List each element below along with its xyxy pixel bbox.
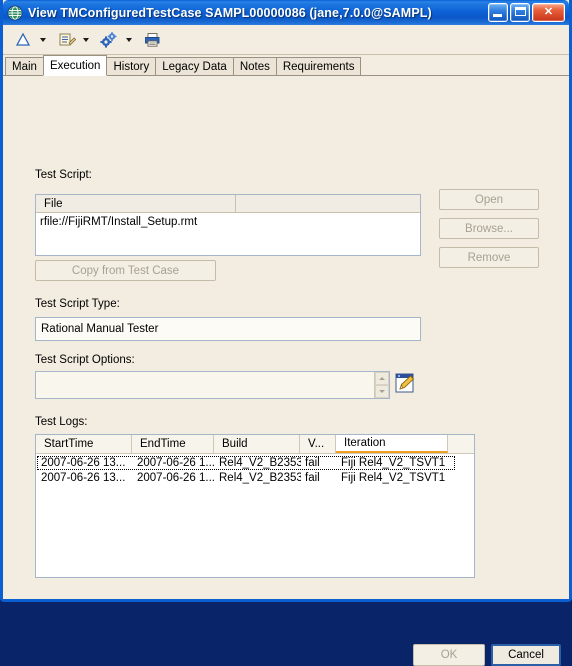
test-script-options-field[interactable]	[35, 371, 390, 399]
column-header-filler	[448, 435, 474, 453]
tab-legacy-data[interactable]: Legacy Data	[155, 57, 234, 76]
gears-dropdown-arrow-icon[interactable]	[123, 30, 134, 50]
cell-iteration: Fiji Rel4_V2_TSVT1	[341, 472, 446, 484]
toolbar-button-delta[interactable]	[11, 28, 35, 52]
table-row[interactable]: 2007-06-26 13... 2007-06-26 1... Rel4_V2…	[37, 456, 455, 470]
tab-label: History	[113, 60, 150, 73]
test-logs-body: 2007-06-26 13... 2007-06-26 1... Rel4_V2…	[36, 454, 474, 485]
edit-document-pencil-icon[interactable]	[393, 371, 417, 395]
column-header-file[interactable]: File	[36, 195, 236, 212]
test-script-type-field[interactable]: Rational Manual Tester	[35, 317, 421, 341]
ok-button-label: OK	[440, 649, 458, 661]
cell-endtime: 2007-06-26 1...	[137, 457, 215, 469]
tab-label: Main	[12, 60, 37, 73]
cancel-button[interactable]: Cancel	[491, 644, 561, 666]
test-script-type-label: Test Script Type:	[35, 298, 120, 310]
column-header-blank[interactable]	[236, 195, 420, 212]
open-button-label: Open	[474, 193, 504, 206]
tab-notes[interactable]: Notes	[232, 57, 277, 76]
globe-icon	[7, 5, 23, 21]
column-header-iteration[interactable]: Iteration	[336, 435, 448, 453]
close-button[interactable]: ✕	[532, 3, 565, 22]
tab-label: Requirements	[282, 60, 355, 73]
cancel-button-label: Cancel	[508, 649, 544, 661]
cell-iteration: Fiji Rel4_V2_TSVT1	[341, 457, 446, 469]
test-logs-header-row: StartTime EndTime Build V... Iteration	[36, 435, 474, 454]
test-script-type-value: Rational Manual Tester	[41, 323, 159, 335]
minimize-button[interactable]	[488, 3, 508, 22]
open-button[interactable]: Open	[439, 189, 539, 210]
test-script-label: Test Script:	[35, 169, 92, 181]
tab-requirements[interactable]: Requirements	[275, 57, 362, 76]
browse-button[interactable]: Browse...	[439, 218, 539, 239]
remove-button[interactable]: Remove	[439, 247, 539, 268]
test-logs-table[interactable]: StartTime EndTime Build V... Iteration 2…	[35, 434, 475, 578]
toolbar-button-script[interactable]	[54, 28, 78, 52]
tab-execution[interactable]: Execution	[42, 55, 108, 76]
table-header-row: File	[36, 195, 420, 213]
browse-button-label: Browse...	[465, 222, 513, 235]
test-logs-label: Test Logs:	[35, 416, 88, 428]
column-header-endtime[interactable]: EndTime	[132, 435, 214, 453]
cell-starttime: 2007-06-26 13...	[41, 472, 126, 484]
execution-tab-panel: Test Script: File rfile://FijiRMT/Instal…	[3, 76, 569, 666]
toolbar-button-print[interactable]	[140, 28, 164, 52]
close-icon: ✕	[543, 6, 554, 18]
application-window: View TMConfiguredTestCase SAMPL00000086 …	[0, 0, 572, 666]
cell-verdict: fail	[305, 457, 320, 469]
tab-label: Execution	[49, 59, 101, 72]
column-header-verdict[interactable]: V...	[300, 435, 336, 453]
delta-dropdown-arrow-icon[interactable]	[37, 30, 48, 50]
window-controls: ✕	[488, 3, 567, 22]
tab-bar: Main Execution History Legacy Data Notes…	[3, 55, 569, 76]
tab-label: Legacy Data	[162, 60, 227, 73]
cell-build: Rel4_V2_B2353	[219, 457, 301, 469]
tab-main[interactable]: Main	[5, 57, 44, 76]
printer-icon	[142, 30, 162, 50]
script-dropdown-arrow-icon[interactable]	[80, 30, 91, 50]
title-bar[interactable]: View TMConfiguredTestCase SAMPL00000086 …	[3, 0, 569, 25]
spinner-up-arrow-icon[interactable]	[375, 372, 389, 385]
cell-verdict: fail	[305, 472, 320, 484]
toolbar	[3, 25, 569, 55]
maximize-icon	[515, 7, 526, 16]
test-script-options-label: Test Script Options:	[35, 354, 135, 366]
table-row[interactable]: rfile://FijiRMT/Install_Setup.rmt	[36, 213, 420, 228]
tab-history[interactable]: History	[106, 57, 157, 76]
script-document-icon	[56, 30, 76, 50]
toolbar-button-gears[interactable]	[97, 28, 121, 52]
copy-from-test-case-button[interactable]: Copy from Test Case	[35, 260, 216, 281]
copy-from-test-case-label: Copy from Test Case	[71, 264, 180, 277]
remove-button-label: Remove	[467, 251, 511, 264]
column-header-starttime[interactable]: StartTime	[36, 435, 132, 453]
cell-build: Rel4_V2_B2353	[219, 472, 301, 484]
window-title: View TMConfiguredTestCase SAMPL00000086 …	[28, 5, 432, 20]
cell-starttime: 2007-06-26 13...	[41, 457, 126, 469]
cell-endtime: 2007-06-26 1...	[137, 472, 215, 484]
ok-button[interactable]: OK	[413, 644, 485, 666]
maximize-button[interactable]	[510, 3, 530, 22]
minimize-icon	[493, 14, 502, 17]
gears-icon	[99, 30, 119, 50]
test-script-file-table[interactable]: File rfile://FijiRMT/Install_Setup.rmt	[35, 194, 421, 256]
test-script-options-spinner[interactable]	[374, 372, 389, 398]
column-header-build[interactable]: Build	[214, 435, 300, 453]
delta-triangle-icon	[13, 30, 33, 50]
tab-label: Notes	[239, 60, 270, 73]
spinner-down-arrow-icon[interactable]	[375, 385, 389, 398]
table-row[interactable]: 2007-06-26 13... 2007-06-26 1... Rel4_V2…	[37, 471, 455, 485]
